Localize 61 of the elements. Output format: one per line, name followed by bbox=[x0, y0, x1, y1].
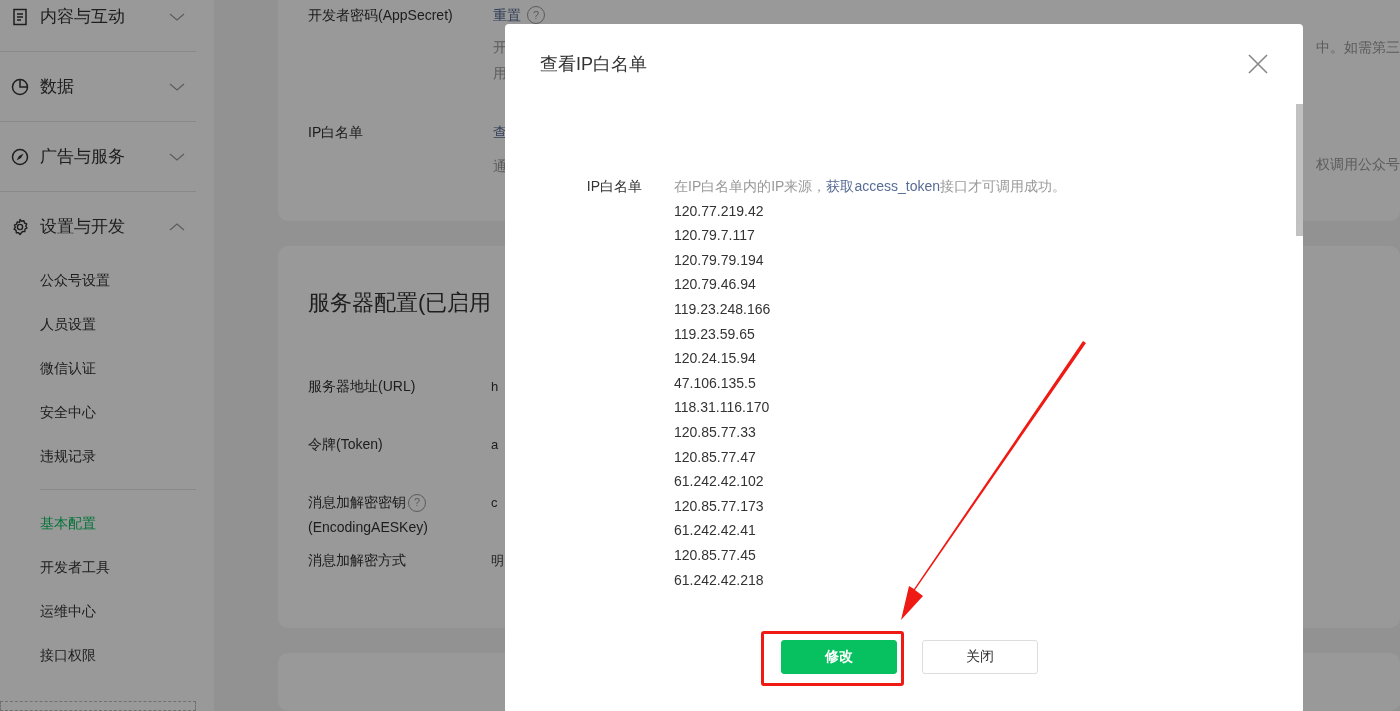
hint-text: 在IP白名单内的IP来源，获取access_token接口才可调用成功。 bbox=[674, 177, 1067, 196]
field-value: c bbox=[491, 493, 498, 512]
compass-icon bbox=[11, 147, 29, 166]
ip-address: 120.85.77.47 bbox=[674, 447, 756, 467]
ip-address: 120.85.77.173 bbox=[674, 496, 764, 516]
sidebar-section[interactable]: 数据 bbox=[0, 52, 196, 121]
description-text: 开 bbox=[493, 38, 507, 57]
field-label: 令牌(Token) bbox=[308, 435, 383, 452]
description-text: 用 bbox=[493, 64, 507, 83]
ip-address: 120.24.15.94 bbox=[674, 349, 756, 369]
ip-address: 118.31.116.170 bbox=[674, 398, 770, 418]
ip-address: 119.23.248.166 bbox=[674, 299, 771, 319]
ip-address: 120.79.7.117 bbox=[674, 226, 755, 246]
field-label: (EncodingAESKey) bbox=[308, 517, 429, 537]
scrollbar-thumb[interactable] bbox=[1296, 104, 1303, 236]
field-value: h bbox=[491, 377, 499, 396]
field-label: IP白名单 bbox=[308, 123, 365, 142]
link[interactable]: 查 bbox=[493, 119, 507, 145]
chevron-down-icon bbox=[169, 81, 185, 92]
field-label: 开发者密码(AppSecret) bbox=[308, 6, 454, 25]
pie-chart-icon bbox=[11, 77, 29, 96]
sidebar-item[interactable]: 开发者工具 bbox=[0, 545, 110, 589]
chevron-up-icon bbox=[169, 221, 185, 232]
ip-address: 61.242.42.218 bbox=[674, 570, 764, 590]
field-label: 消息加解密方式 bbox=[308, 551, 406, 568]
ip-address: 47.106.135.5 bbox=[674, 373, 756, 393]
close-icon[interactable] bbox=[1248, 54, 1268, 74]
field-label: IP白名单 bbox=[586, 177, 642, 196]
sidebar-item[interactable]: 违规记录 bbox=[0, 434, 96, 478]
chevron-down-icon bbox=[169, 151, 185, 162]
sidebar-item[interactable]: 运维中心 bbox=[0, 589, 96, 633]
sidebar-section[interactable]: 广告与服务 bbox=[0, 122, 196, 191]
ip-address: 119.23.59.65 bbox=[674, 324, 755, 344]
document-icon bbox=[11, 7, 29, 26]
description-text: 通 bbox=[493, 157, 507, 176]
sidebar-item[interactable]: 人员设置 bbox=[0, 302, 96, 346]
ip-address: 61.242.42.102 bbox=[674, 472, 764, 492]
sidebar-section[interactable]: 内容与互动 bbox=[0, 0, 196, 51]
ip-address: 120.85.77.33 bbox=[674, 422, 756, 442]
ip-address: 120.79.79.194 bbox=[674, 250, 764, 270]
field-value: 明 bbox=[491, 551, 504, 570]
settings-icon bbox=[11, 217, 29, 236]
dialog-title: 查看IP白名单 bbox=[540, 53, 647, 76]
sidebar-item[interactable]: 安全中心 bbox=[0, 390, 96, 434]
ip-address: 61.242.42.41 bbox=[674, 521, 756, 541]
sidebar-item[interactable]: 接口权限 bbox=[0, 633, 96, 677]
ip-address: 120.79.46.94 bbox=[674, 275, 756, 295]
chevron-down-icon bbox=[169, 11, 185, 22]
field-label: 服务器地址(URL) bbox=[308, 377, 416, 394]
sidebar-item[interactable]: 微信认证 bbox=[0, 346, 96, 390]
description-text: 权调用公众号 bbox=[1316, 155, 1400, 174]
link[interactable]: 重置 bbox=[493, 2, 521, 28]
link[interactable]: 获取access_token bbox=[826, 178, 941, 194]
ip-address: 120.77.219.42 bbox=[674, 201, 764, 221]
card-title: 服务器配置(已启用 bbox=[308, 288, 492, 317]
ip-address: 120.85.77.45 bbox=[674, 545, 756, 565]
sidebar-item[interactable]: 公众号设置 bbox=[0, 258, 110, 302]
close-button[interactable]: 关闭 bbox=[922, 640, 1038, 675]
sidebar-section[interactable]: 设置与开发 bbox=[0, 192, 196, 261]
field-label: 消息加解密密钥 bbox=[308, 493, 406, 510]
field-value: a bbox=[491, 435, 499, 454]
